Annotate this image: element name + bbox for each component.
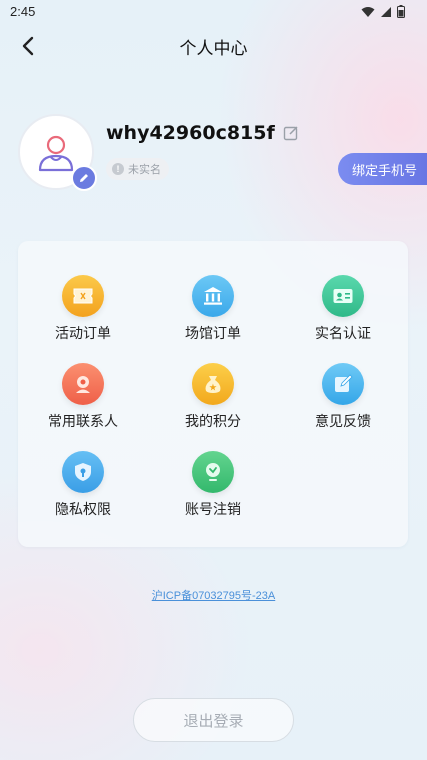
wifi-icon [361,6,375,17]
verify-status-text: 未实名 [128,163,161,176]
menu-card: 活动订单 场馆订单 实名认证 常用联系人 ★ 我的积分 意见反馈 隐私权限 账号… [18,241,408,547]
menu-item-label: 账号注销 [185,502,241,518]
menu-item-privacy[interactable]: 隐私权限 [18,451,148,531]
menu-item-label: 常用联系人 [48,414,118,430]
username-row: why42960c815f [106,122,299,144]
feedback-edit-icon [322,363,364,405]
svg-text:★: ★ [209,383,217,392]
ticket-icon [62,275,104,317]
menu-item-feedback[interactable]: 意见反馈 [278,363,408,443]
menu-item-label: 我的积分 [185,414,241,430]
contact-person-icon [62,363,104,405]
points-bag-icon: ★ [192,363,234,405]
menu-item-my-points[interactable]: ★ 我的积分 [148,363,278,443]
venue-building-icon [192,275,234,317]
edit-name-icon[interactable] [283,125,299,141]
info-icon: ! [112,163,124,175]
avatar-edit-button[interactable] [71,165,97,191]
menu-item-account-cancel[interactable]: 账号注销 [148,451,278,531]
battery-icon [397,5,405,18]
status-time: 2:45 [10,4,36,19]
menu-item-label: 实名认证 [315,326,371,342]
menu-item-label: 场馆订单 [185,326,241,342]
pencil-icon [80,174,88,182]
icp-link[interactable]: 沪ICP备07032795号-23A [0,587,427,603]
logout-button[interactable]: 退出登录 [133,698,294,742]
menu-item-activity-orders[interactable]: 活动订单 [18,275,148,355]
bind-phone-button[interactable]: 绑定手机号 [338,153,427,185]
avatar-container[interactable] [18,114,97,191]
status-bar: 2:45 [0,0,427,24]
menu-item-real-name-auth[interactable]: 实名认证 [278,275,408,355]
menu-item-label: 意见反馈 [315,414,371,430]
menu-item-label: 隐私权限 [55,502,111,518]
menu-item-label: 活动订单 [55,326,111,342]
page-title: 个人中心 [179,39,248,59]
menu-item-contacts[interactable]: 常用联系人 [18,363,148,443]
privacy-shield-icon [62,451,104,493]
account-cancel-icon [192,451,234,493]
menu-item-venue-orders[interactable]: 场馆订单 [148,275,278,355]
user-avatar-icon [38,135,74,172]
verify-status-badge: ! 未实名 [106,158,169,180]
status-icons [361,5,405,18]
id-card-icon [322,275,364,317]
signal-icon [381,6,391,17]
header: 个人中心 [0,26,427,64]
username: why42960c815f [106,122,275,144]
